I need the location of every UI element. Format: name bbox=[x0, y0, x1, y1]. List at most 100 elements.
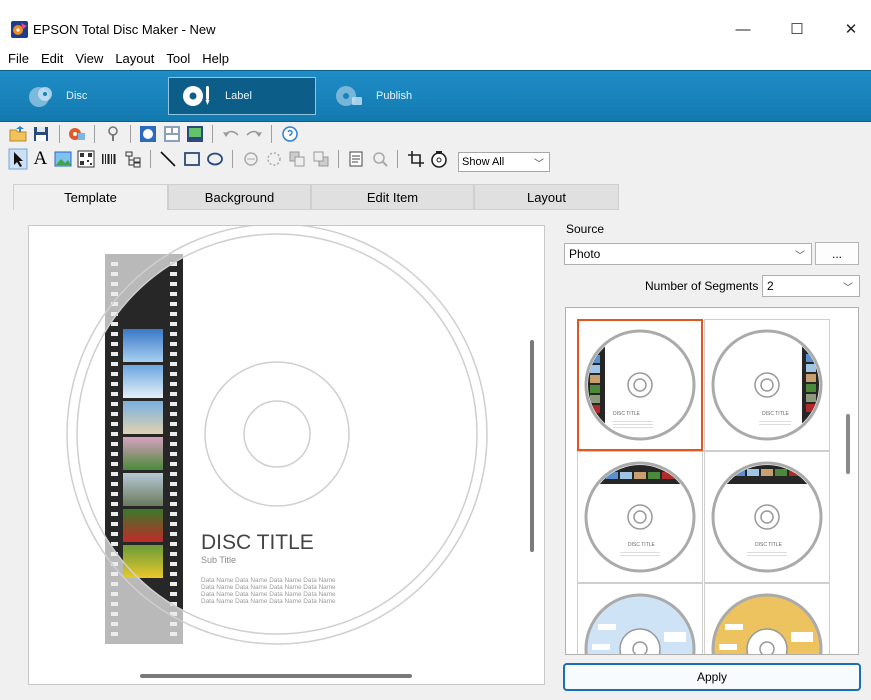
help-hint-icon[interactable] bbox=[103, 124, 123, 144]
ellipse-tool-icon[interactable] bbox=[205, 149, 225, 169]
save-icon[interactable] bbox=[31, 124, 51, 144]
help-icon[interactable] bbox=[280, 124, 300, 144]
layout-grid-icon[interactable] bbox=[162, 124, 182, 144]
chevron-down-icon: ﹀ bbox=[534, 159, 544, 170]
apply-button[interactable]: Apply bbox=[563, 663, 861, 691]
close-button[interactable]: ✕ bbox=[828, 12, 871, 46]
photo-frame-4[interactable] bbox=[123, 437, 163, 470]
template-thumb-1[interactable]: DISC TITLE bbox=[577, 319, 703, 451]
data-line-2[interactable]: Data Name Data Name Data Name Data Name bbox=[201, 584, 336, 591]
template-preview-4: DISC TITLE bbox=[711, 461, 823, 573]
template-thumb-4[interactable]: DISC TITLE bbox=[704, 451, 830, 583]
edit-toolbar: A bbox=[0, 148, 871, 174]
template-gallery[interactable]: DISC TITLE DISC TITLE DISC TITLE DISC TI… bbox=[565, 307, 859, 655]
file-toolbar bbox=[0, 124, 871, 146]
photo-frame-5[interactable] bbox=[123, 473, 163, 506]
canvas-vertical-scrollbar[interactable] bbox=[530, 340, 534, 552]
show-all-dropdown[interactable]: Show All ﹀ bbox=[458, 152, 550, 172]
undo-icon[interactable] bbox=[221, 124, 241, 144]
menu-view[interactable]: View bbox=[75, 51, 103, 66]
data-line-3[interactable]: Data Name Data Name Data Name Data Name bbox=[201, 591, 336, 598]
mode-publish-button[interactable]: Publish bbox=[328, 77, 458, 115]
segments-dropdown[interactable]: 2 ﹀ bbox=[762, 275, 860, 297]
epson-app-icon bbox=[11, 21, 28, 38]
photo-frame-6[interactable] bbox=[123, 509, 163, 542]
zoom-icon[interactable] bbox=[370, 149, 390, 169]
photo-frame-7[interactable] bbox=[123, 545, 163, 578]
template-4-title: DISC TITLE bbox=[755, 542, 783, 548]
menu-bar: File Edit View Layout Tool Help bbox=[0, 46, 871, 70]
source-label: Source bbox=[566, 222, 605, 236]
tab-background-label: Background bbox=[204, 189, 275, 205]
photo-frame-1[interactable] bbox=[123, 329, 163, 362]
mode-label-button[interactable]: Label bbox=[168, 77, 316, 115]
tab-layout[interactable]: Layout bbox=[474, 184, 619, 210]
template-thumb-5[interactable] bbox=[577, 583, 703, 654]
image-frame-icon[interactable] bbox=[185, 124, 205, 144]
title-bar: EPSON Total Disc Maker - New — ☐ ✕ bbox=[0, 0, 871, 46]
template-thumb-6[interactable] bbox=[704, 583, 830, 654]
disc-label-preview[interactable]: DISC TITLE Sub Title Data Name Data Name… bbox=[29, 226, 544, 684]
bring-forward-icon[interactable] bbox=[287, 149, 307, 169]
source-value: Photo bbox=[569, 247, 601, 261]
circular-text-icon[interactable] bbox=[264, 149, 284, 169]
text-tool-icon[interactable]: A bbox=[31, 148, 49, 170]
data-line-1[interactable]: Data Name Data Name Data Name Data Name bbox=[201, 577, 336, 584]
send-backward-icon[interactable] bbox=[311, 149, 331, 169]
label-canvas[interactable]: DISC TITLE Sub Title Data Name Data Name… bbox=[28, 225, 545, 685]
menu-help[interactable]: Help bbox=[202, 51, 229, 66]
tab-edit-item[interactable]: Edit Item bbox=[311, 184, 474, 210]
properties-icon[interactable] bbox=[347, 149, 367, 169]
tab-bar: Template Background Edit Item Layout bbox=[0, 184, 871, 210]
print-setup-icon[interactable] bbox=[67, 124, 87, 144]
open-icon[interactable] bbox=[8, 124, 28, 144]
source-dropdown[interactable]: Photo ﹀ bbox=[564, 243, 812, 265]
data-tree-icon[interactable] bbox=[123, 149, 143, 169]
tab-edit-item-label: Edit Item bbox=[366, 189, 419, 205]
menu-edit[interactable]: Edit bbox=[41, 51, 63, 66]
disc-title-text[interactable]: DISC TITLE bbox=[201, 531, 314, 554]
template-icon[interactable] bbox=[138, 124, 158, 144]
redo-icon[interactable] bbox=[244, 124, 264, 144]
minimize-button[interactable]: — bbox=[720, 12, 766, 46]
template-preview-3: DISC TITLE bbox=[584, 461, 696, 573]
data-line-4[interactable]: Data Name Data Name Data Name Data Name bbox=[201, 598, 336, 605]
line-tool-icon[interactable] bbox=[158, 149, 178, 169]
sub-title-text[interactable]: Sub Title bbox=[201, 555, 236, 565]
segments-label: Number of Segments bbox=[645, 279, 759, 293]
photo-frame-2[interactable] bbox=[123, 365, 163, 398]
template-thumb-3[interactable]: DISC TITLE bbox=[577, 451, 703, 583]
tab-template-label: Template bbox=[64, 190, 117, 205]
template-thumb-2[interactable]: DISC TITLE bbox=[704, 319, 830, 451]
template-preview-2: DISC TITLE bbox=[711, 329, 823, 441]
apply-label: Apply bbox=[696, 670, 728, 684]
menu-tool[interactable]: Tool bbox=[166, 51, 190, 66]
qr-code-icon[interactable] bbox=[76, 149, 96, 169]
template-preview-5 bbox=[584, 593, 696, 654]
arc-text-icon[interactable] bbox=[241, 149, 261, 169]
template-preview-1: DISC TITLE bbox=[584, 329, 696, 441]
barcode-icon[interactable] bbox=[99, 149, 119, 169]
mode-disc-button[interactable]: Disc bbox=[22, 77, 152, 115]
mode-bar: Disc Label Publish bbox=[0, 70, 871, 122]
menu-file[interactable]: File bbox=[8, 51, 29, 66]
disc-view-icon[interactable] bbox=[429, 149, 449, 169]
menu-layout[interactable]: Layout bbox=[115, 51, 154, 66]
select-arrow-icon[interactable] bbox=[8, 148, 28, 170]
gallery-scrollbar[interactable] bbox=[846, 414, 850, 474]
mode-disc-label: Disc bbox=[66, 90, 88, 102]
canvas-horizontal-scrollbar[interactable] bbox=[140, 674, 412, 678]
crop-icon[interactable] bbox=[406, 149, 426, 169]
template-preview-6 bbox=[711, 593, 823, 654]
tab-template[interactable]: Template bbox=[13, 184, 168, 210]
rectangle-tool-icon[interactable] bbox=[182, 149, 202, 169]
tab-background[interactable]: Background bbox=[168, 184, 311, 210]
label-icon bbox=[183, 86, 210, 106]
browse-button[interactable]: ... bbox=[815, 242, 859, 265]
template-2-title: DISC TITLE bbox=[762, 411, 790, 417]
maximize-button[interactable]: ☐ bbox=[774, 12, 820, 46]
image-tool-icon[interactable] bbox=[53, 149, 73, 169]
disc-icon bbox=[29, 87, 52, 107]
mode-publish-label: Publish bbox=[376, 90, 413, 102]
photo-frame-3[interactable] bbox=[123, 401, 163, 434]
